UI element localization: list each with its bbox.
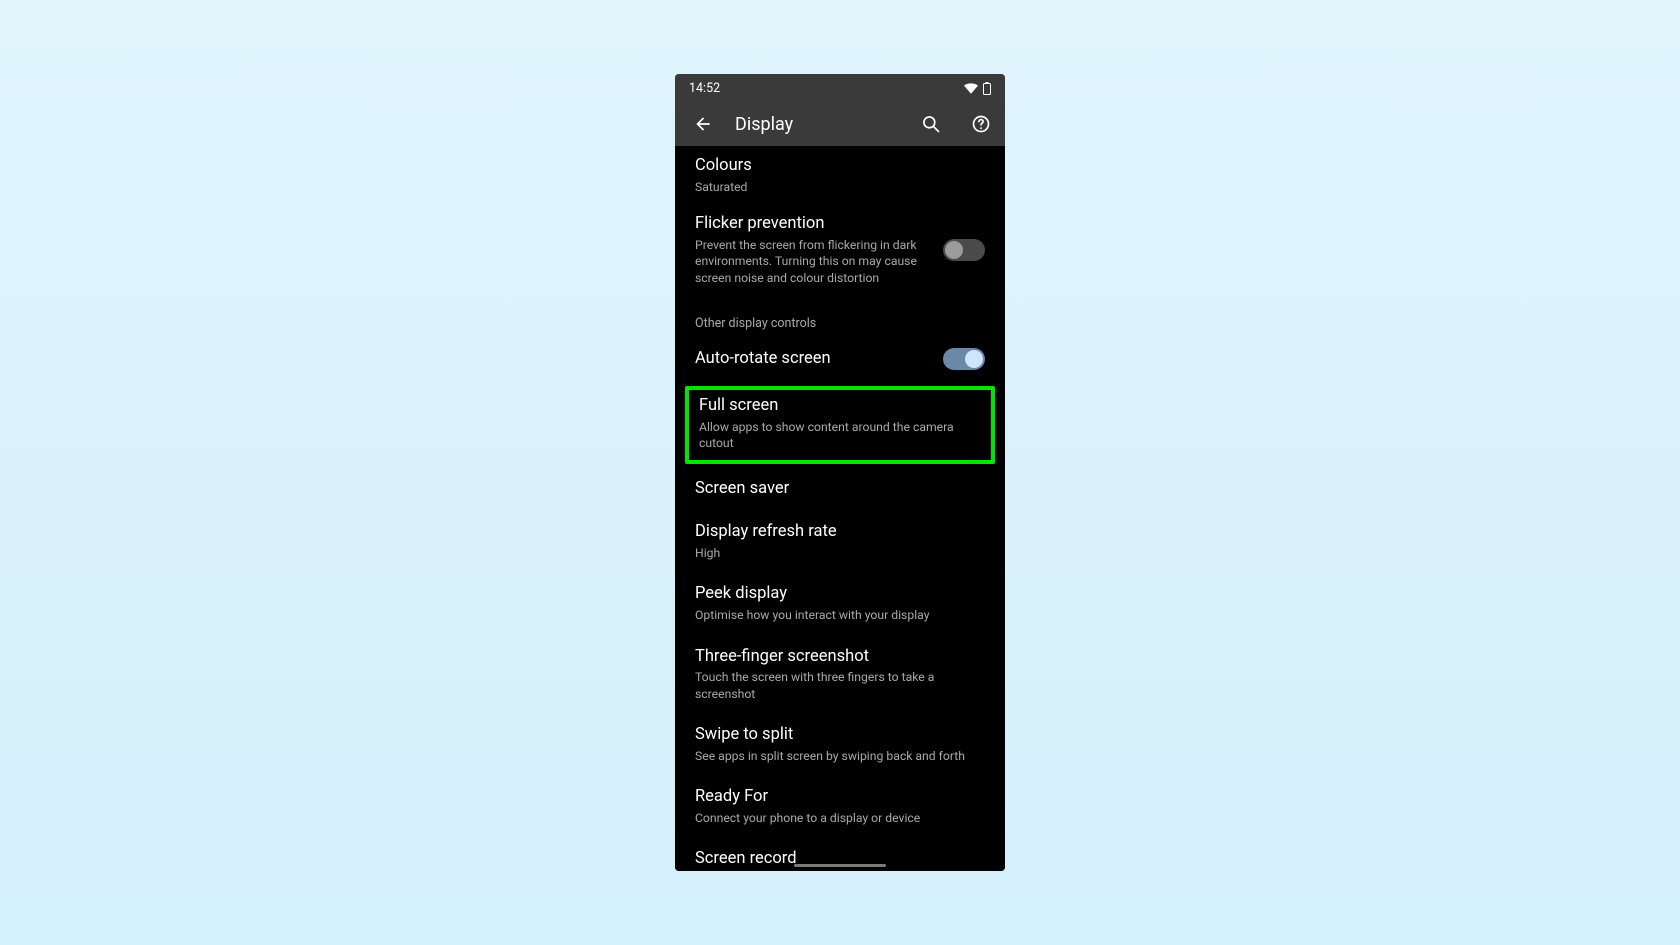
setting-title: Ready For	[695, 787, 985, 808]
battery-icon	[983, 82, 991, 95]
setting-flicker-prevention[interactable]: Flicker prevention Prevent the screen fr…	[675, 203, 1005, 298]
setting-title: Peek display	[695, 584, 985, 605]
flicker-toggle[interactable]	[943, 239, 985, 261]
setting-title: Display refresh rate	[695, 522, 985, 543]
settings-list: Colours Saturated Flicker prevention Pre…	[675, 146, 1005, 871]
setting-title: Full screen	[699, 396, 981, 417]
section-header-other: Other display controls	[675, 298, 1005, 337]
back-button[interactable]	[689, 110, 717, 138]
page-title: Display	[735, 114, 895, 135]
status-time: 14:52	[689, 81, 720, 96]
status-bar: 14:52	[675, 74, 1005, 102]
setting-full-screen-highlighted[interactable]: Full screen Allow apps to show content a…	[685, 386, 995, 464]
setting-sub: See apps in split screen by swiping back…	[695, 748, 985, 764]
setting-three-finger-screenshot[interactable]: Three-finger screenshot Touch the screen…	[675, 636, 1005, 715]
help-button[interactable]	[967, 110, 995, 138]
setting-sub: Saturated	[695, 179, 985, 195]
setting-screen-saver[interactable]: Screen saver	[675, 468, 1005, 512]
setting-sub: Connect your phone to a display or devic…	[695, 810, 985, 826]
arrow-left-icon	[693, 114, 713, 134]
gesture-nav-handle[interactable]	[794, 864, 886, 868]
setting-title: Swipe to split	[695, 725, 985, 746]
setting-auto-rotate[interactable]: Auto-rotate screen	[675, 337, 1005, 382]
setting-title: Screen saver	[695, 479, 985, 500]
setting-sub: Touch the screen with three fingers to t…	[695, 669, 985, 702]
setting-title: Auto-rotate screen	[695, 349, 931, 370]
setting-colours[interactable]: Colours Saturated	[675, 148, 1005, 203]
auto-rotate-toggle[interactable]	[943, 348, 985, 370]
setting-swipe-to-split[interactable]: Swipe to split See apps in split screen …	[675, 714, 1005, 776]
setting-sub: Optimise how you interact with your disp…	[695, 607, 985, 623]
setting-title: Three-finger screenshot	[695, 647, 985, 668]
status-icons	[964, 82, 991, 95]
setting-ready-for[interactable]: Ready For Connect your phone to a displa…	[675, 776, 1005, 838]
setting-title: Flicker prevention	[695, 214, 931, 235]
search-icon	[921, 114, 941, 134]
setting-display-refresh-rate[interactable]: Display refresh rate High	[675, 511, 1005, 573]
help-icon	[971, 114, 991, 134]
phone-frame: 14:52 Display	[675, 74, 1005, 871]
setting-title: Colours	[695, 156, 985, 177]
setting-peek-display[interactable]: Peek display Optimise how you interact w…	[675, 573, 1005, 635]
page-stage: 14:52 Display	[0, 0, 1680, 945]
wifi-icon	[964, 83, 978, 94]
app-bar: Display	[675, 102, 1005, 146]
setting-sub: High	[695, 545, 985, 561]
setting-sub: Allow apps to show content around the ca…	[699, 419, 981, 452]
search-button[interactable]	[917, 110, 945, 138]
setting-sub: Prevent the screen from flickering in da…	[695, 237, 931, 286]
